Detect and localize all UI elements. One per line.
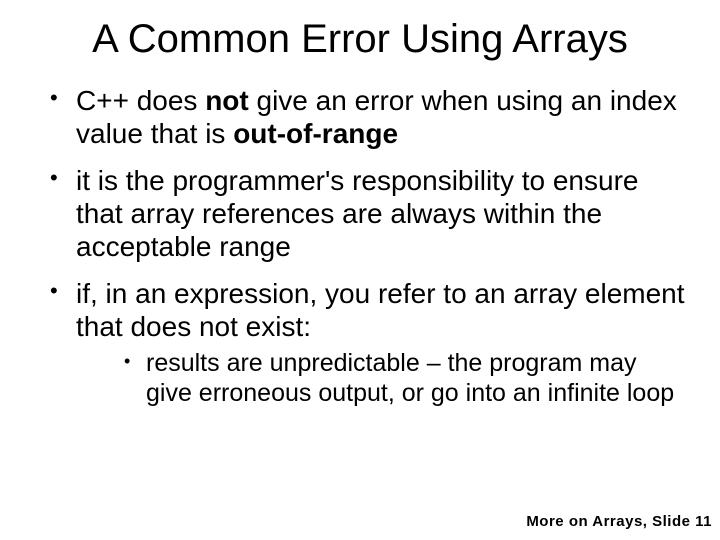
- sub-bullet-list: results are unpredictable – the program …: [76, 349, 686, 408]
- bullet-1-text-a: C++ does: [76, 85, 205, 116]
- bullet-1-out-of-range: out-of-range: [233, 118, 398, 149]
- bullet-1-not: not: [205, 85, 249, 116]
- bullet-3: if, in an expression, you refer to an ar…: [50, 277, 686, 408]
- slide-footer: More on Arrays, Slide 11: [526, 513, 712, 530]
- slide: A Common Error Using Arrays C++ does not…: [0, 0, 720, 540]
- bullet-1: C++ does not give an error when using an…: [50, 84, 686, 150]
- sub-bullet-1-text: results are unpredictable – the program …: [146, 349, 674, 407]
- bullet-list: C++ does not give an error when using an…: [34, 84, 686, 408]
- slide-title: A Common Error Using Arrays: [34, 18, 686, 60]
- sub-bullet-1: results are unpredictable – the program …: [124, 349, 686, 408]
- slide-number: 11: [695, 513, 712, 530]
- bullet-3-text: if, in an expression, you refer to an ar…: [76, 278, 685, 342]
- footer-prefix: More on Arrays, Slide: [526, 513, 695, 530]
- bullet-2: it is the programmer's responsibility to…: [50, 164, 686, 263]
- bullet-2-text: it is the programmer's responsibility to…: [76, 165, 638, 262]
